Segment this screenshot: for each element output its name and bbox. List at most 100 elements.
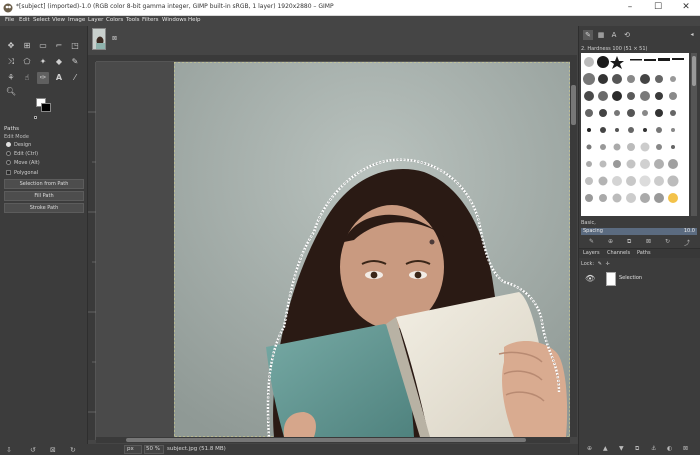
vertical-scrollbar[interactable] [570,55,577,437]
close-button[interactable]: ✕ [672,0,700,15]
menu-help[interactable]: Help [188,17,201,23]
paintbrush-icon[interactable]: ✎ [69,56,81,68]
menu-filters[interactable]: Filters [142,17,159,23]
free-select-icon[interactable]: ⬠ [21,56,33,68]
maximize-button[interactable]: ☐ [644,0,672,15]
move-tool-icon[interactable]: ✥ [5,40,17,52]
new-layer-icon[interactable]: ⊕ [587,445,592,452]
brushes-tab-icon[interactable]: ✎ [583,30,593,40]
default-colors-icon[interactable] [34,116,37,119]
rect-select-tool-icon[interactable]: ▭ [37,40,49,52]
scrollbar-thumb[interactable] [571,85,576,125]
spacing-value: 10.0 [683,228,695,234]
scrollbar-thumb[interactable] [126,438,526,442]
duplicate-brush-icon[interactable]: ⧉ [627,238,631,246]
menu-image[interactable]: Image [68,17,85,23]
mask-layer-icon[interactable]: ◐ [667,445,672,452]
fill-path-button[interactable]: Fill Path [4,191,84,201]
text-tool-icon[interactable]: A [53,72,65,84]
menu-select[interactable]: Select [33,17,50,23]
minimize-button[interactable]: – [616,0,644,15]
polygonal-checkbox[interactable]: Polygonal [6,170,38,176]
refresh-brushes-icon[interactable]: ↻ [665,238,670,245]
spacing-slider[interactable]: Spacing 10.0 [581,228,697,235]
fonts-tab-icon[interactable]: A [609,30,619,40]
tab-paths[interactable]: Paths [637,250,651,256]
lower-layer-icon[interactable]: ▼ [619,445,624,452]
tab-channels[interactable]: Channels [607,250,630,256]
status-bar: px 50 % subject.jpg (51.8 MB) [88,444,578,455]
raise-layer-icon[interactable]: ▲ [603,445,608,452]
horizontal-ruler[interactable] [96,55,570,70]
layer-actions: ⊕ ▲ ▼ ⧉ ⚓︎ ◐ ⊠ [579,443,700,455]
polygonal-label: Polygonal [14,170,39,176]
photo-woman-reading-book[interactable] [174,62,570,437]
window-title: *[subject] (imported)-1.0 (RGB color 8-b… [16,3,334,10]
open-brush-as-image-icon[interactable]: ⤴ [684,238,690,247]
menu-view[interactable]: View [52,17,65,23]
menu-layer[interactable]: Layer [88,17,103,23]
menu-edit[interactable]: Edit [19,17,30,23]
zoom-tool-icon[interactable]: 🔍︎ [5,86,17,98]
tool-options-title: Paths [4,126,19,132]
reset-options-icon[interactable]: ↻ [70,446,76,454]
delete-brush-icon[interactable]: ⊠ [646,238,651,245]
lock-row: Lock: ✎ ✛ [581,261,610,267]
gimp-app-icon [3,3,13,13]
mode-label: Design [14,142,32,148]
delete-options-icon[interactable]: ⊠ [50,446,56,454]
scrollbar-thumb[interactable] [692,56,696,86]
menu-windows[interactable]: Windows [162,17,187,23]
tab-layers[interactable]: Layers [583,250,600,256]
clone-tool-icon[interactable]: ⚘ [5,72,17,84]
brush-tag-filter[interactable]: Basic, [581,220,697,227]
brush-grid[interactable] [581,53,689,216]
lock-pixels-icon[interactable]: ✎ [598,261,602,267]
menu-file[interactable]: File [5,17,14,23]
brush-scrollbar[interactable] [691,53,697,216]
bucket-fill-icon[interactable]: ◆ [53,56,65,68]
smudge-tool-icon[interactable]: ☝ [21,72,33,84]
ruler-corner[interactable] [88,55,96,62]
color-picker-icon[interactable]: ⁄ [69,72,81,84]
mode-label: Edit (Ctrl) [14,151,39,157]
crop-tool-icon[interactable]: ⌐ [53,40,65,52]
align-tool-icon[interactable]: ⊞ [21,40,33,52]
toolbox-footer: ⇩ ↺ ⊠ ↻ [0,444,88,455]
layer-name[interactable]: Selection [619,275,642,281]
selection-from-path-button[interactable]: Selection from Path [4,179,84,189]
background-color-swatch[interactable] [41,103,51,112]
radio-icon [6,151,11,156]
warp-tool-icon[interactable]: ⤨ [5,56,17,68]
lock-position-icon[interactable]: ✛ [605,261,609,267]
horizontal-scrollbar[interactable] [96,437,570,443]
duplicate-layer-icon[interactable]: ⧉ [635,445,639,453]
zoom-value: 50 % [146,446,160,452]
stroke-path-button[interactable]: Stroke Path [4,203,84,213]
layer-row[interactable]: 👁︎ Selection [579,270,700,288]
brush-actions: ✎ ⊕ ⧉ ⊠ ↻ ⤴ [579,237,700,247]
checkbox-icon [6,170,11,175]
edit-brush-icon[interactable]: ✎ [589,238,594,245]
document-history-tab-icon[interactable]: ⟲ [622,30,632,40]
unified-transform-icon[interactable]: ◳ [69,40,81,52]
new-brush-icon[interactable]: ⊕ [608,238,613,245]
anchor-layer-icon[interactable]: ⚓︎ [651,445,656,452]
menu-tools[interactable]: Tools [126,17,140,23]
menu-colors[interactable]: Colors [106,17,123,23]
paths-tool-icon[interactable]: ✑ [37,72,49,84]
mode-edit-radio[interactable]: Edit (Ctrl) [6,151,38,157]
mode-move-radio[interactable]: Move (Alt) [6,160,40,166]
restore-options-icon[interactable]: ↺ [30,446,36,454]
close-image-icon[interactable]: ⊠ [112,35,117,42]
configure-tab-icon[interactable]: ◂ [687,30,697,40]
image-canvas[interactable] [96,62,570,437]
image-tab-thumbnail[interactable] [92,28,106,50]
visibility-eye-icon[interactable]: 👁︎ [585,274,595,283]
delete-layer-icon[interactable]: ⊠ [683,445,688,452]
mode-design-radio[interactable]: Design [6,142,31,148]
patterns-tab-icon[interactable]: ▦ [596,30,606,40]
save-options-icon[interactable]: ⇩ [6,446,12,454]
vertical-ruler[interactable] [88,62,96,440]
fuzzy-select-icon[interactable]: ✦ [37,56,49,68]
